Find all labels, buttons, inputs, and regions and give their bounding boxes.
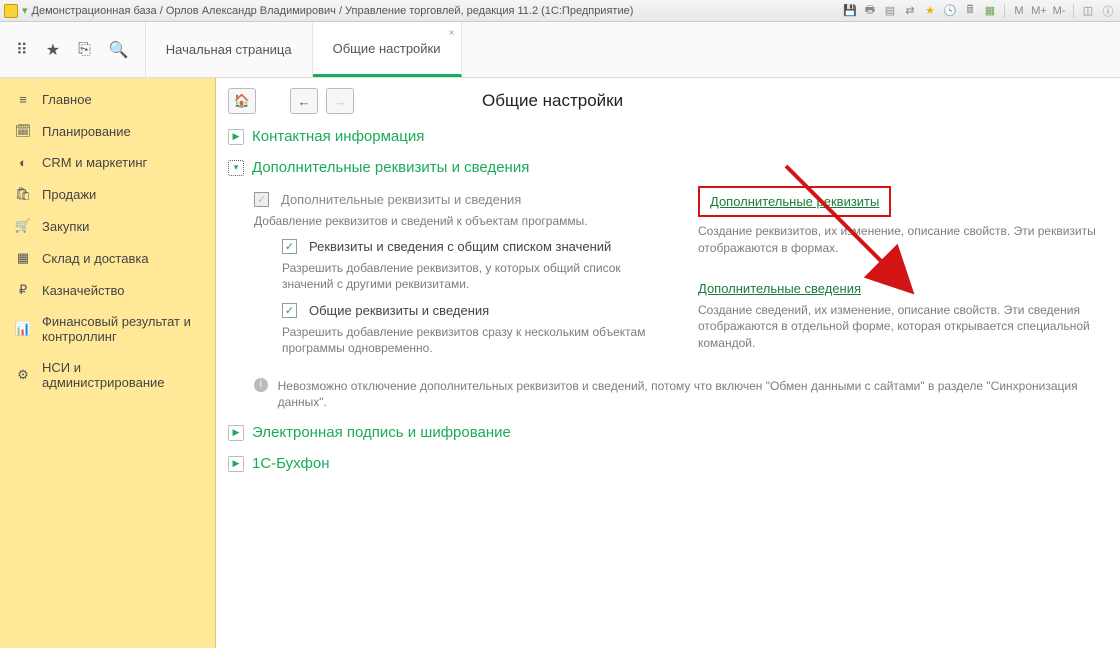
tab-general-settings[interactable]: Общие настройки ×	[313, 22, 462, 77]
content-area: 🏠 ← → Общие настройки ▶ Контактная инфор…	[216, 78, 1120, 648]
cart-icon: 🛒	[14, 218, 32, 234]
m-plus-btn[interactable]: M+	[1031, 3, 1047, 19]
home-button[interactable]: 🏠	[228, 88, 256, 114]
tab-label: Начальная страница	[166, 42, 292, 57]
m-btn[interactable]: M	[1011, 3, 1027, 19]
close-icon[interactable]: ×	[449, 28, 455, 39]
sidebar-item-admin[interactable]: ⚙НСИ и администрирование	[0, 352, 215, 398]
sidebar-item-purchases[interactable]: 🛒Закупки	[0, 210, 215, 242]
sidebar-item-treasury[interactable]: ₽Казначейство	[0, 274, 215, 306]
description: Разрешить добавление реквизитов сразу к …	[282, 324, 674, 356]
sidebar: ≡Главное 🗓Планирование ◐CRM и маркетинг …	[0, 78, 216, 648]
print-icon[interactable]: 🖶	[862, 3, 878, 19]
expand-toggle[interactable]: ▶	[228, 129, 244, 145]
bag-icon: 🛍	[14, 186, 32, 202]
clock-icon[interactable]: 🕓	[942, 3, 958, 19]
dropdown-icon[interactable]: ▾	[22, 4, 28, 17]
checkbox-label: Реквизиты и сведения с общим списком зна…	[309, 239, 611, 254]
link-additional-attributes[interactable]: Дополнительные реквизиты	[710, 194, 879, 209]
link-additional-info[interactable]: Дополнительные сведения	[698, 281, 861, 296]
description: Разрешить добавление реквизитов, у котор…	[282, 260, 674, 292]
description: Создание реквизитов, их изменение, описа…	[698, 223, 1108, 257]
menu-grid-icon[interactable]: ⠿	[16, 40, 28, 60]
doc-icon[interactable]: ▤	[882, 3, 898, 19]
calendar-icon: 🗓	[14, 123, 32, 139]
sidebar-item-planning[interactable]: 🗓Планирование	[0, 115, 215, 147]
checkbox-label: Дополнительные реквизиты и сведения	[281, 192, 521, 207]
checkbox-shared-values[interactable]	[282, 239, 297, 254]
search-icon[interactable]: 🔍	[109, 40, 129, 60]
collapse-toggle[interactable]: ▾	[228, 160, 244, 176]
sections-icon[interactable]: ⎘	[78, 41, 91, 59]
favorite-icon[interactable]: ★	[922, 3, 938, 19]
ruble-icon: ₽	[14, 282, 32, 298]
info-icon: i	[254, 378, 268, 392]
window-title: Демонстрационная база / Орлов Александр …	[32, 5, 634, 17]
app-logo-icon	[4, 4, 18, 18]
sidebar-item-warehouse[interactable]: ▦Склад и доставка	[0, 242, 215, 274]
sidebar-item-finance[interactable]: 📊Финансовый результат и контроллинг	[0, 306, 215, 352]
tab-start-page[interactable]: Начальная страница	[146, 22, 313, 77]
checkbox-additional-main	[254, 192, 269, 207]
calendar-icon[interactable]: ▦	[982, 3, 998, 19]
panels-icon[interactable]: ◫	[1080, 3, 1096, 19]
calc-icon[interactable]: 🖩	[962, 3, 978, 19]
info-icon[interactable]: ⓘ	[1100, 3, 1116, 19]
window-titlebar: ▾ Демонстрационная база / Орлов Александ…	[0, 0, 1120, 22]
barchart-icon: 📊	[14, 321, 32, 337]
expand-toggle[interactable]: ▶	[228, 456, 244, 472]
page-title: Общие настройки	[482, 91, 623, 111]
section-title-contact[interactable]: Контактная информация	[252, 128, 424, 145]
expand-toggle[interactable]: ▶	[228, 425, 244, 441]
back-button[interactable]: ←	[290, 88, 318, 114]
gear-icon: ⚙	[14, 367, 32, 383]
m-minus-btn[interactable]: M-	[1051, 3, 1067, 19]
piechart-icon: ◐	[14, 155, 32, 170]
sidebar-item-sales[interactable]: 🛍Продажи	[0, 178, 215, 210]
info-text: Невозможно отключение дополнительных рек…	[278, 378, 1108, 410]
checkbox-common-attrs[interactable]	[282, 303, 297, 318]
forward-button[interactable]: →	[326, 88, 354, 114]
grid-icon: ▦	[14, 250, 32, 266]
checkbox-label: Общие реквизиты и сведения	[309, 303, 489, 318]
star-outline-icon[interactable]: ★	[46, 40, 60, 60]
highlight-box: Дополнительные реквизиты	[698, 186, 891, 217]
section-title-signature[interactable]: Электронная подпись и шифрование	[252, 424, 511, 441]
compare-icon[interactable]: ⇄	[902, 3, 918, 19]
tab-label: Общие настройки	[333, 41, 441, 56]
description: Добавление реквизитов и сведений к объек…	[254, 213, 674, 229]
sidebar-item-main[interactable]: ≡Главное	[0, 84, 215, 115]
list-icon: ≡	[14, 92, 32, 107]
main-toolbar: ⠿ ★ ⎘ 🔍 Начальная страница Общие настрой…	[0, 22, 1120, 78]
save-icon[interactable]: 💾	[842, 3, 858, 19]
sidebar-item-crm[interactable]: ◐CRM и маркетинг	[0, 147, 215, 178]
description: Создание сведений, их изменение, описани…	[698, 302, 1108, 352]
section-title-buhphone[interactable]: 1С-Бухфон	[252, 455, 329, 472]
section-title-additional[interactable]: Дополнительные реквизиты и сведения	[252, 159, 529, 176]
